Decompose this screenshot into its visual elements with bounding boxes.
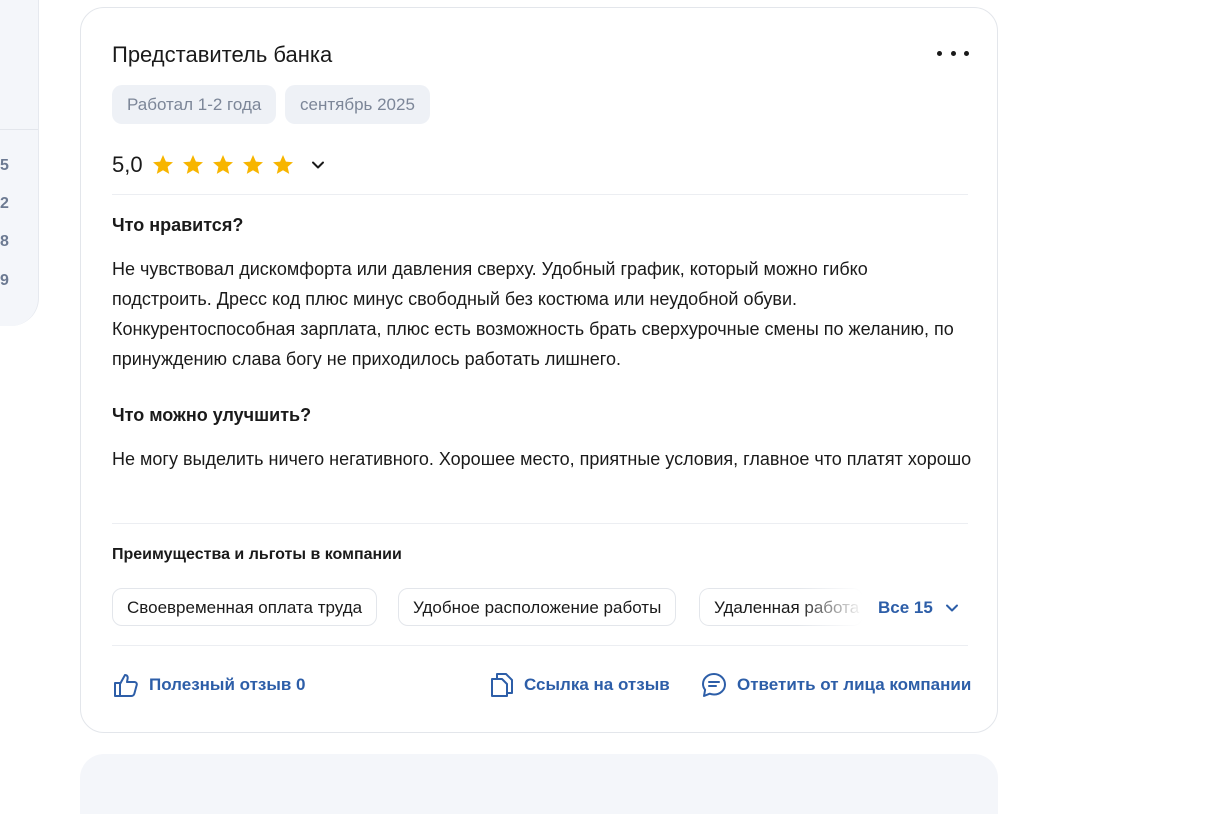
dot-icon <box>950 50 956 56</box>
sidebar-count: 9 <box>0 272 9 289</box>
chevron-down-icon[interactable] <box>311 158 325 172</box>
benefits-heading: Преимущества и льготы в компании <box>112 546 402 563</box>
improve-heading: Что можно улучшить? <box>112 405 312 425</box>
show-all-benefits-button[interactable]: Все 15 <box>878 598 959 618</box>
dot-icon <box>964 50 969 56</box>
copy-link-label: Ссылка на отзыв <box>524 675 670 694</box>
benefit-chip: Удаленная работа <box>699 588 863 626</box>
star-icon <box>152 155 173 174</box>
show-all-label: Все 15 <box>878 598 933 617</box>
helpful-label: Полезный отзыв 0 <box>149 675 306 694</box>
benefit-chip: Своевременная оплата труда <box>112 588 378 626</box>
divider <box>112 645 968 646</box>
divider <box>112 194 968 195</box>
review-card: Представитель банка Работал 1-2 года сен… <box>80 7 998 733</box>
thumbs-up-icon <box>114 674 138 697</box>
likes-heading: Что нравится? <box>112 215 244 235</box>
star-icon <box>242 155 263 174</box>
sidebar-divider <box>0 129 38 130</box>
tenure-tag: Работал 1-2 года <box>112 85 277 124</box>
rating-row[interactable]: 5,0 <box>112 152 325 178</box>
reply-as-company-button[interactable]: Ответить от лица компании <box>700 671 971 699</box>
star-icon <box>182 155 203 174</box>
chevron-down-icon <box>945 604 958 612</box>
next-review-card <box>80 754 998 814</box>
helpful-button[interactable]: Полезный отзыв 0 <box>112 671 306 699</box>
review-title: Представитель банка <box>112 42 333 67</box>
star-icon <box>212 155 233 174</box>
sidebar-count: 8 <box>0 233 9 250</box>
chat-bubble-icon <box>702 673 726 697</box>
divider <box>112 523 968 524</box>
dot-icon <box>937 50 942 56</box>
improve-text: Не могу выделить ничего негативного. Хор… <box>112 449 972 469</box>
star-icon <box>272 155 293 174</box>
reply-label: Ответить от лица компании <box>737 675 972 694</box>
sidebar-count: 2 <box>0 195 9 212</box>
sidebar-count: 5 <box>0 157 9 174</box>
rating-value: 5,0 <box>112 152 143 177</box>
more-options-button[interactable] <box>937 44 969 62</box>
copy-link-button[interactable]: Ссылка на отзыв <box>489 671 670 699</box>
date-tag: сентябрь 2025 <box>285 85 430 124</box>
copy-icon <box>491 673 513 697</box>
likes-text: Не чувствовал дискомфорта или давления с… <box>112 259 954 369</box>
benefit-chip: Удобное расположение работы <box>398 588 677 626</box>
